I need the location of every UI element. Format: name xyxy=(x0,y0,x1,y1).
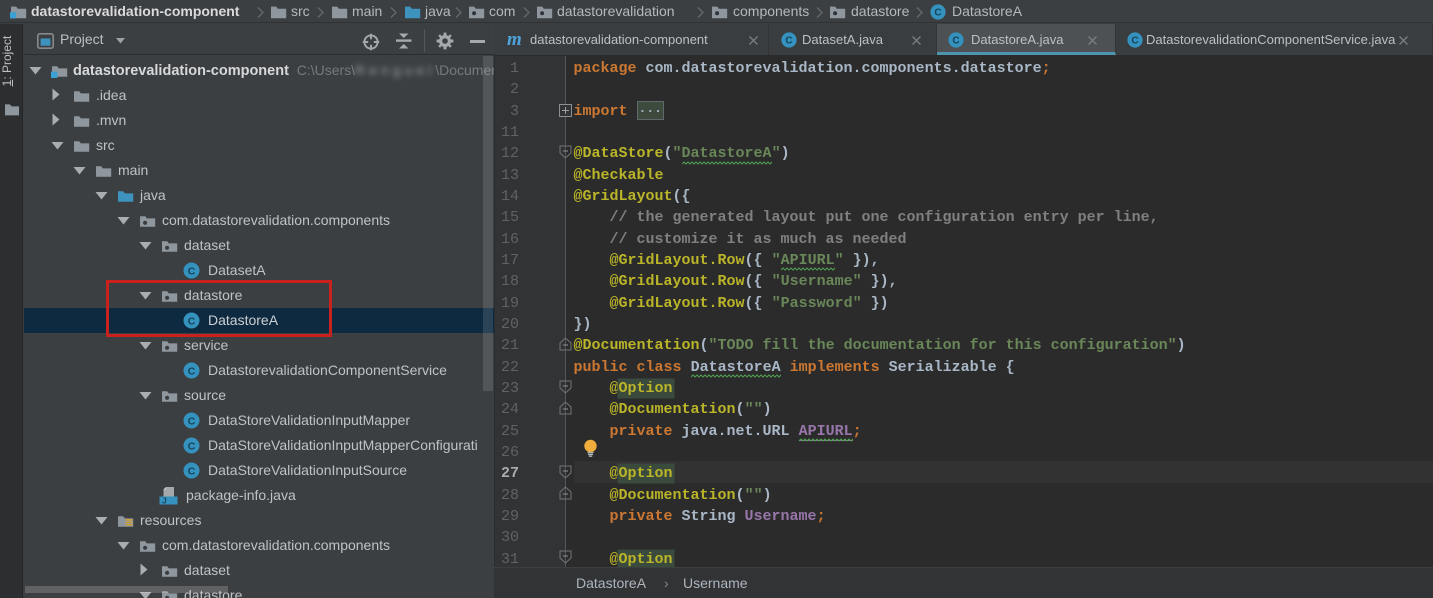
svg-text:J: J xyxy=(162,495,167,505)
svg-text:C: C xyxy=(188,265,196,277)
svg-text:C: C xyxy=(188,365,196,377)
svg-text:C: C xyxy=(934,8,941,19)
svg-text:C: C xyxy=(188,415,196,427)
svg-text:C: C xyxy=(188,440,196,452)
svg-text:C: C xyxy=(952,35,959,46)
svg-text:C: C xyxy=(188,465,196,477)
svg-text:C: C xyxy=(785,35,792,46)
svg-text:C: C xyxy=(1131,35,1138,46)
